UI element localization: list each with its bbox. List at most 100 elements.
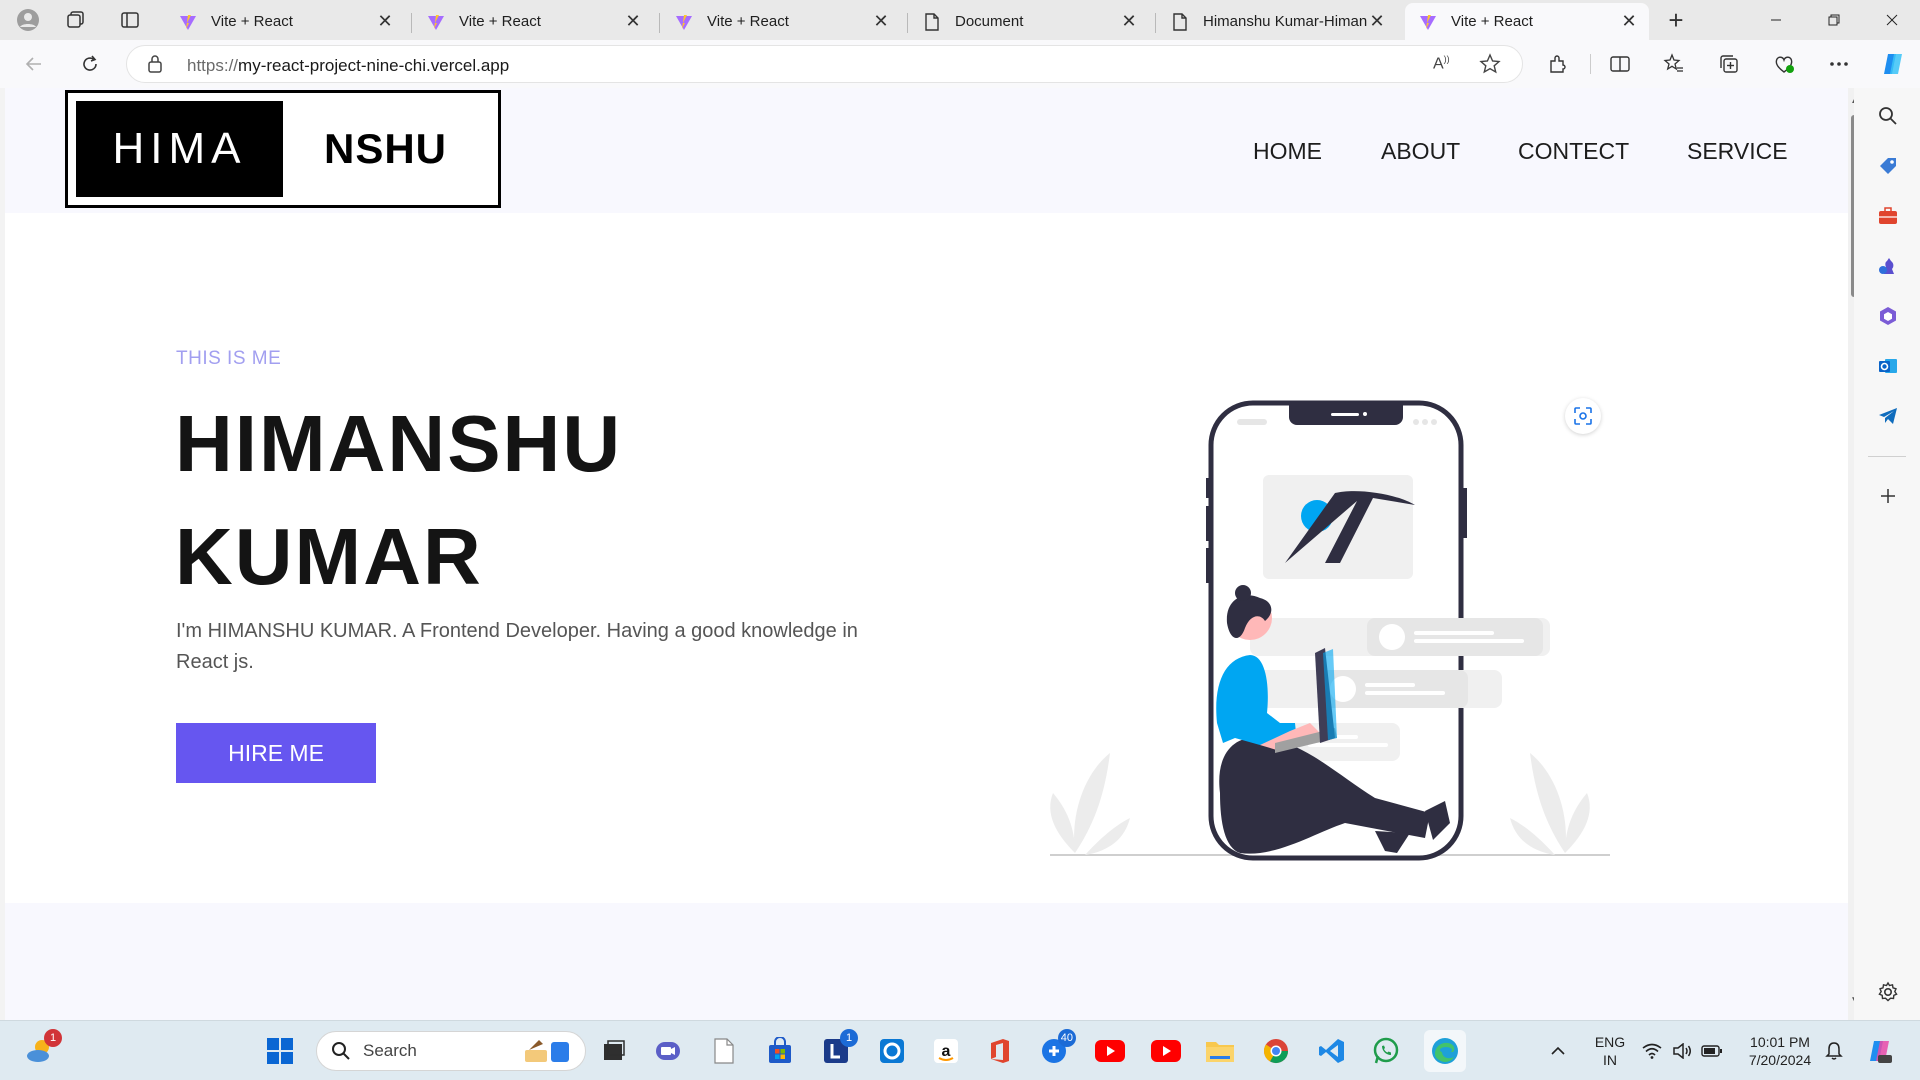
send-telegram-icon[interactable] xyxy=(1876,404,1900,428)
svg-text:a: a xyxy=(942,1043,951,1060)
browser-tab[interactable]: Vite + React ✕ xyxy=(661,3,901,40)
read-aloud-icon[interactable]: A)) xyxy=(1433,54,1450,73)
document-icon xyxy=(923,12,941,31)
language-indicator[interactable]: ENG IN xyxy=(1592,1033,1628,1069)
region-code: IN xyxy=(1603,1052,1617,1068)
system-clock[interactable]: 10:01 PM 7/20/2024 xyxy=(1740,1033,1820,1069)
address-url[interactable]: https://my-react-project-nine-chi.vercel… xyxy=(187,56,509,76)
nav-about-link[interactable]: ABOUT xyxy=(1381,138,1460,165)
tab-close-button[interactable]: ✕ xyxy=(1119,11,1139,32)
favorite-star-icon[interactable] xyxy=(1479,53,1501,80)
youtube-icon[interactable] xyxy=(1094,1035,1126,1067)
nav-service-link[interactable]: SERVICE xyxy=(1687,138,1788,165)
profile-icon[interactable] xyxy=(12,6,44,34)
file-explorer-icon[interactable] xyxy=(1204,1035,1236,1067)
youtube-icon[interactable] xyxy=(1150,1035,1182,1067)
hero-illustration xyxy=(1050,400,1610,861)
weather-badge: 1 xyxy=(44,1029,62,1047)
cortana-circle-icon[interactable] xyxy=(876,1035,908,1067)
show-hidden-icons-chevron-icon[interactable] xyxy=(1546,1035,1570,1067)
visual-search-button[interactable] xyxy=(1565,398,1601,434)
microsoft-store-icon[interactable] xyxy=(764,1035,796,1067)
games-chess-icon[interactable] xyxy=(1876,254,1900,278)
volume-icon[interactable] xyxy=(1670,1035,1694,1067)
hero-eyebrow: THIS IS ME xyxy=(176,348,282,369)
sidebar-settings-gear-icon[interactable] xyxy=(1876,980,1900,1004)
wifi-icon[interactable] xyxy=(1640,1035,1664,1067)
next-section xyxy=(5,903,1848,1020)
hero-name-line2: KUMAR xyxy=(175,512,483,601)
tab-divider xyxy=(411,13,412,33)
new-tab-button[interactable]: + xyxy=(1660,5,1692,35)
left-plant-illustration xyxy=(1050,753,1130,855)
tab-strip: Vite + React ✕ Vite + React ✕ Vite + Rea… xyxy=(0,0,1920,40)
workspaces-icon[interactable] xyxy=(60,6,92,34)
battery-icon[interactable] xyxy=(1700,1035,1724,1067)
vite-logo-icon xyxy=(1419,13,1437,31)
tab-close-button[interactable]: ✕ xyxy=(375,11,395,32)
nav-home-link[interactable]: HOME xyxy=(1253,138,1322,165)
sidebar-search-icon[interactable] xyxy=(1876,104,1900,128)
split-screen-icon[interactable] xyxy=(1606,50,1634,78)
right-plant-illustration xyxy=(1510,753,1590,855)
browser-essentials-icon[interactable] xyxy=(1770,50,1798,78)
vscode-icon[interactable] xyxy=(1316,1035,1348,1067)
tab-divider xyxy=(659,13,660,33)
browser-tab[interactable]: Vite + React ✕ xyxy=(413,3,653,40)
back-icon[interactable] xyxy=(20,50,48,78)
tab-title: Document xyxy=(955,13,1024,30)
outlook-icon[interactable] xyxy=(1876,354,1900,378)
refresh-icon[interactable] xyxy=(76,50,104,78)
toolbar-divider xyxy=(1590,54,1591,74)
weather-widget-icon[interactable]: 1 xyxy=(24,1029,62,1067)
office-icon[interactable] xyxy=(984,1035,1016,1067)
lock-icon[interactable] xyxy=(147,54,163,79)
hero-intro: I'm HIMANSHU KUMAR. A Frontend Developer… xyxy=(176,620,858,673)
minimize-button[interactable] xyxy=(1748,0,1804,40)
tab-title: Vite + React xyxy=(1451,13,1533,30)
logo-right-text: NSHU xyxy=(323,125,447,172)
collections-icon[interactable] xyxy=(1715,50,1743,78)
browser-tab[interactable]: Himanshu Kumar-Himan ✕ xyxy=(1157,3,1397,40)
vite-logo-icon xyxy=(675,13,693,31)
tab-close-button[interactable]: ✕ xyxy=(623,11,643,32)
teams-meet-icon[interactable] xyxy=(652,1035,684,1067)
tab-close-button[interactable]: ✕ xyxy=(1367,11,1387,32)
address-bar[interactable]: https://my-react-project-nine-chi.vercel… xyxy=(126,45,1523,83)
start-windows-icon[interactable] xyxy=(264,1035,296,1067)
tab-close-button[interactable]: ✕ xyxy=(871,11,891,32)
notifications-bell-icon[interactable] xyxy=(1822,1035,1846,1067)
language-code: ENG xyxy=(1594,1034,1626,1050)
task-view-icon[interactable] xyxy=(598,1035,630,1067)
vertical-tabs-icon[interactable] xyxy=(114,6,146,34)
amazon-icon[interactable]: a xyxy=(930,1035,962,1067)
edge-browser-icon[interactable] xyxy=(1424,1030,1466,1072)
window-close-button[interactable] xyxy=(1864,0,1920,40)
nav-contact-link[interactable]: CONTECT xyxy=(1518,138,1629,165)
add-sidebar-app-icon[interactable] xyxy=(1876,484,1900,508)
browser-tab[interactable]: Vite + React ✕ xyxy=(165,3,405,40)
restore-button[interactable] xyxy=(1806,0,1862,40)
sidebar-divider xyxy=(1868,456,1906,457)
tools-briefcase-icon[interactable] xyxy=(1876,204,1900,228)
app-updates-icon[interactable]: 40 xyxy=(1038,1029,1076,1067)
extensions-icon[interactable] xyxy=(1544,50,1572,78)
browser-tab-active[interactable]: Vite + React ✕ xyxy=(1405,3,1649,40)
shopping-tag-icon[interactable] xyxy=(1876,154,1900,178)
whatsapp-icon[interactable] xyxy=(1370,1035,1402,1067)
linkedin-learning-icon[interactable]: 1 xyxy=(820,1029,858,1067)
notepad-file-icon[interactable] xyxy=(708,1035,740,1067)
page-viewport: HIMA NSHU HOME ABOUT CONTECT SERVICE THI… xyxy=(5,88,1848,1020)
copilot-preview-icon[interactable] xyxy=(1864,1035,1896,1067)
taskbar-search-box[interactable]: Search xyxy=(316,1031,586,1071)
copilot-icon[interactable] xyxy=(1879,50,1907,78)
tab-close-button[interactable]: ✕ xyxy=(1619,11,1639,32)
hire-me-button[interactable]: HIRE ME xyxy=(176,723,376,783)
site-logo[interactable]: HIMA NSHU xyxy=(65,90,501,208)
url-scheme: https:// xyxy=(187,56,239,75)
chrome-icon[interactable] xyxy=(1260,1035,1292,1067)
browser-tab[interactable]: Document ✕ xyxy=(909,3,1149,40)
favorites-icon[interactable] xyxy=(1660,50,1688,78)
microsoft-365-icon[interactable] xyxy=(1876,304,1900,328)
more-options-icon[interactable] xyxy=(1825,50,1853,78)
